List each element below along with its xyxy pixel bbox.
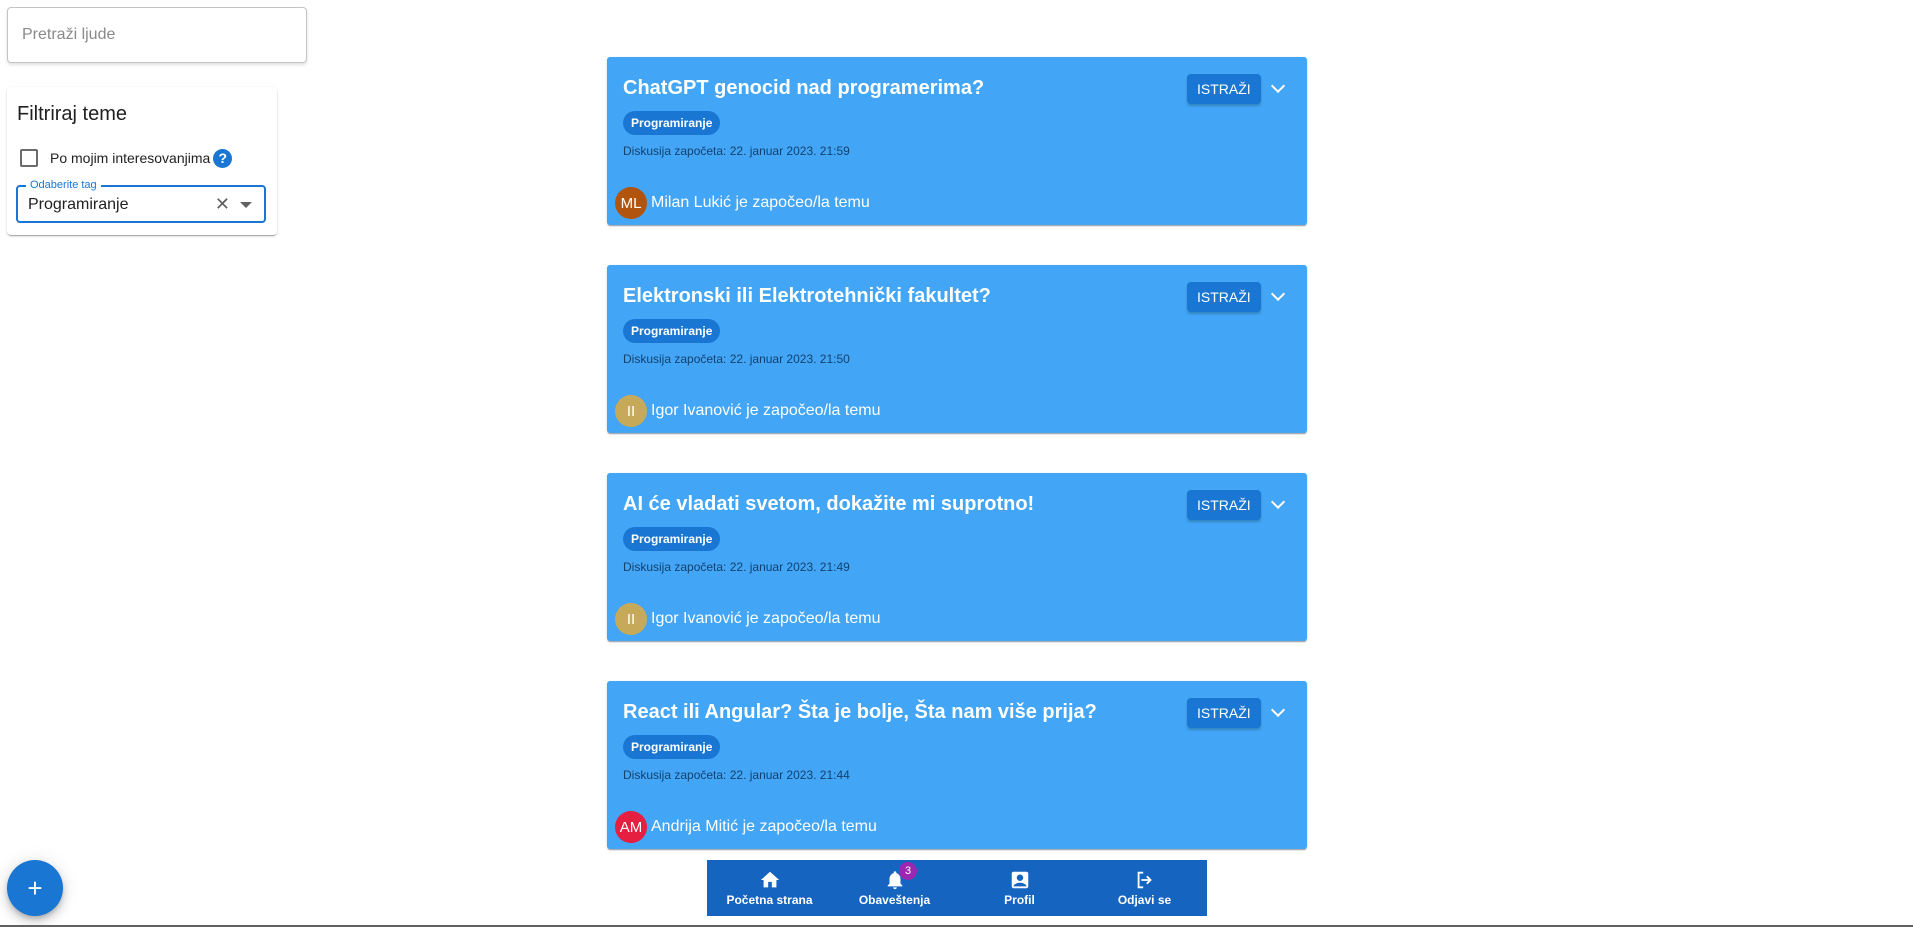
dropdown-arrow-icon[interactable]	[240, 202, 252, 208]
notification-badge: 3	[899, 862, 917, 880]
interests-checkbox[interactable]	[20, 149, 38, 167]
topic-author: II Igor Ivanović je započeo/la temu	[615, 603, 880, 635]
topic-tag-chip: Programiranje	[623, 735, 721, 759]
profile-icon	[1011, 871, 1028, 889]
explore-button[interactable]: ISTRAŽI	[1187, 74, 1261, 104]
home-icon	[760, 871, 779, 888]
interests-filter-row[interactable]: Po mojim interesovanjima ?	[20, 147, 233, 169]
explore-button[interactable]: ISTRAŽI	[1187, 490, 1261, 520]
topic-date: Diskusija započeta: 22. januar 2023. 21:…	[623, 560, 850, 574]
topic-title: Elektronski ili Elektrotehnički fakultet…	[623, 285, 991, 307]
tag-select-value[interactable]: Programiranje	[28, 196, 128, 214]
topic-card: ChatGPT genocid nad programerima? Progra…	[607, 57, 1307, 225]
help-icon[interactable]: ?	[213, 148, 233, 168]
explore-button[interactable]: ISTRAŽI	[1187, 282, 1261, 312]
nav-notifications[interactable]: 3 Obaveštenja	[832, 860, 957, 916]
topic-card: AI će vladati svetom, dokažite mi suprot…	[607, 473, 1307, 641]
topic-tag-chip: Programiranje	[623, 111, 721, 135]
interests-checkbox-label: Po mojim interesovanjima	[50, 150, 211, 166]
filter-title: Filtriraj teme	[17, 103, 128, 125]
nav-logout[interactable]: Odjavi se	[1082, 860, 1207, 916]
tag-select-label: Odaberite tag	[26, 179, 101, 191]
topic-author: II Igor Ivanović je započeo/la temu	[615, 395, 880, 427]
topic-author: AM Andrija Mitić je započeo/la temu	[615, 811, 877, 843]
nav-home-label: Početna strana	[726, 893, 813, 907]
filter-topics-panel: Filtriraj teme Po mojim interesovanjima …	[7, 87, 277, 235]
logout-icon	[1137, 871, 1152, 889]
topic-title: AI će vladati svetom, dokažite mi suprot…	[623, 493, 1035, 515]
topic-author: ML Milan Lukić je započeo/la temu	[615, 187, 870, 219]
topic-title: React ili Angular? Šta je bolje, Šta nam…	[623, 701, 1097, 723]
nav-notifications-label: Obaveštenja	[858, 893, 931, 907]
expand-chevron-icon[interactable]	[1270, 702, 1286, 718]
expand-chevron-icon[interactable]	[1270, 494, 1286, 510]
expand-chevron-icon[interactable]	[1270, 286, 1286, 302]
nav-logout-label: Odjavi se	[1117, 893, 1172, 907]
avatar: II	[615, 395, 647, 427]
author-text: Igor Ivanović je započeo/la temu	[651, 402, 881, 419]
people-search-input[interactable]	[8, 8, 306, 62]
add-topic-button[interactable]: +	[7, 860, 63, 916]
topic-tag-chip: Programiranje	[623, 527, 721, 551]
topic-date: Diskusija započeta: 22. januar 2023. 21:…	[623, 768, 850, 782]
topic-card: Elektronski ili Elektrotehnički fakultet…	[607, 265, 1307, 433]
avatar: ML	[615, 187, 647, 219]
clear-icon[interactable]: ✕	[215, 194, 230, 215]
avatar: AM	[615, 811, 647, 843]
avatar: II	[615, 603, 647, 635]
topic-tag-chip: Programiranje	[623, 319, 721, 343]
nav-profile[interactable]: Profil	[957, 860, 1082, 916]
topic-title: ChatGPT genocid nad programerima?	[623, 77, 985, 99]
topic-date: Diskusija započeta: 22. januar 2023. 21:…	[623, 144, 850, 158]
bottom-navigation: Početna strana 3 Obaveštenja Profil Odja…	[707, 860, 1207, 916]
expand-chevron-icon[interactable]	[1270, 78, 1286, 94]
author-text: Milan Lukić je započeo/la temu	[651, 194, 870, 211]
topic-card: React ili Angular? Šta je bolje, Šta nam…	[607, 681, 1307, 849]
people-search-field[interactable]	[7, 7, 307, 63]
author-text: Andrija Mitić je započeo/la temu	[651, 818, 877, 835]
tag-select[interactable]: Odaberite tag Programiranje ✕	[16, 179, 266, 223]
nav-home[interactable]: Početna strana	[707, 860, 832, 916]
author-text: Igor Ivanović je započeo/la temu	[651, 610, 881, 627]
topic-date: Diskusija započeta: 22. januar 2023. 21:…	[623, 352, 850, 366]
explore-button[interactable]: ISTRAŽI	[1187, 698, 1261, 728]
nav-profile-label: Profil	[1004, 893, 1035, 907]
